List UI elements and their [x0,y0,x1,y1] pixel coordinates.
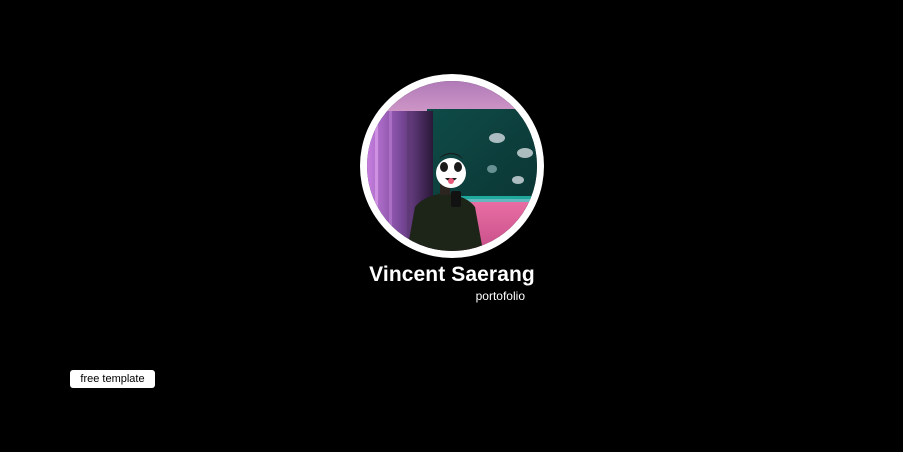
avatar-image [367,81,537,251]
avatar-photo [367,81,537,251]
profile-subtitle: portofolio [475,289,525,303]
profile-name: Vincent Saerang [369,263,535,286]
page: Vincent Saerang portofolio free template [0,0,903,452]
free-template-button[interactable]: free template [70,370,155,388]
avatar [360,74,544,258]
